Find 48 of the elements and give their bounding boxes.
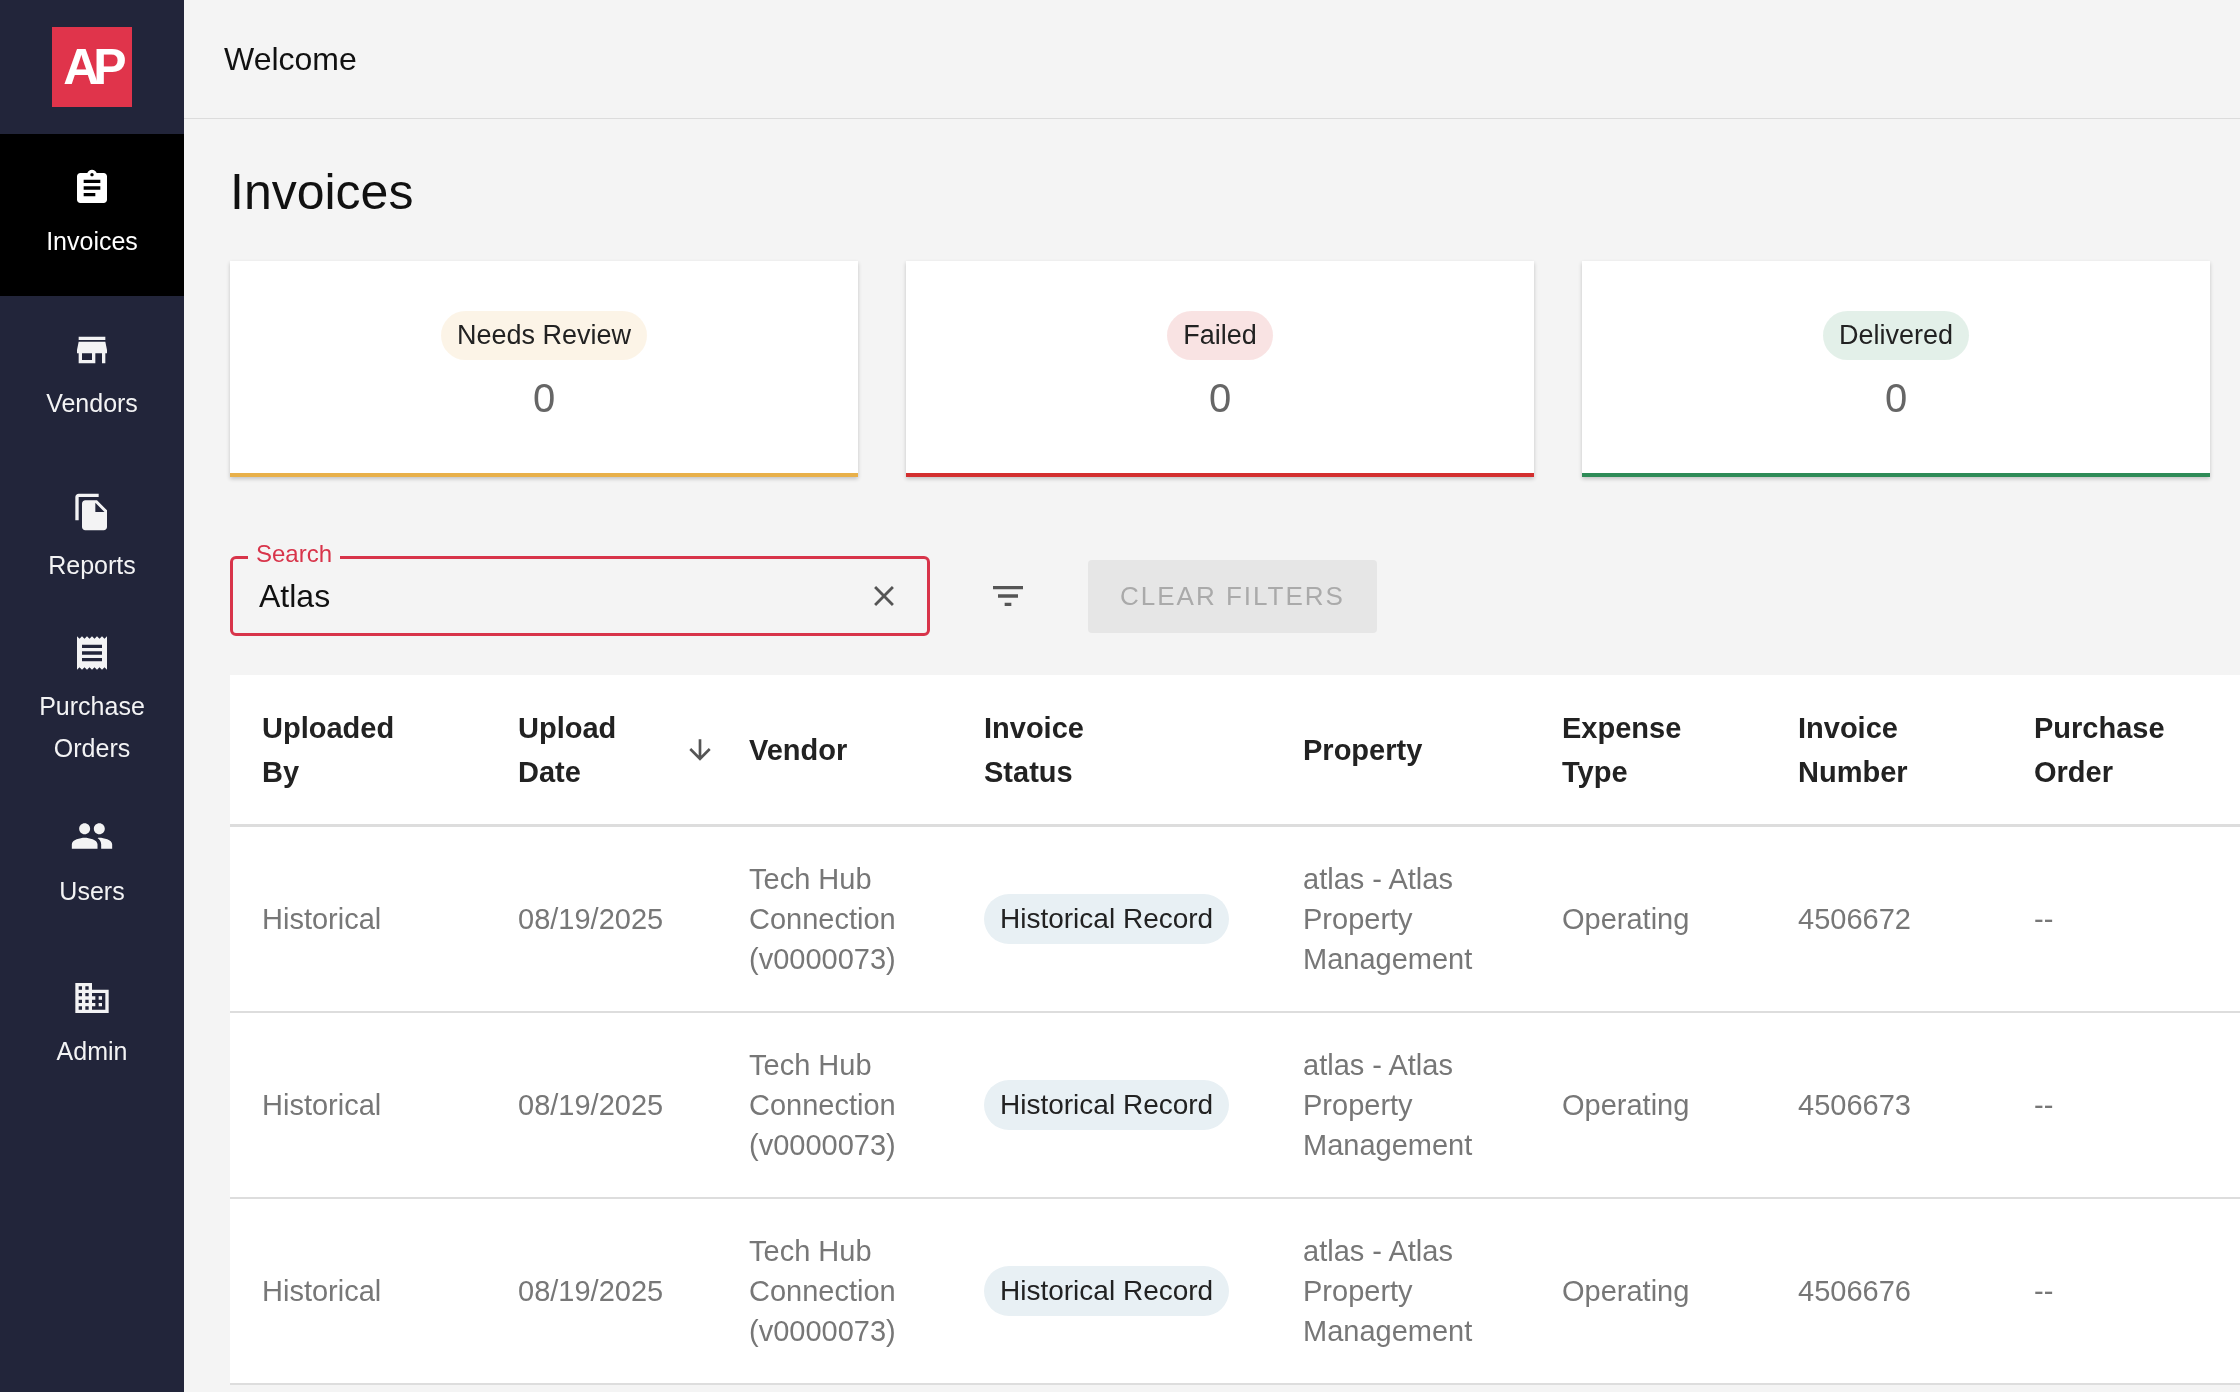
- column-header[interactable]: Expense Type: [1562, 705, 1712, 794]
- table-cell-text: Tech Hub Connection (v0000073): [749, 1234, 897, 1349]
- table-cell-text: Operating: [1562, 1088, 1691, 1123]
- table-cell-text: 4506672: [1798, 902, 1912, 937]
- column-header[interactable]: Invoice Status: [984, 705, 1134, 794]
- sidebar-item[interactable]: Purchase Orders: [0, 620, 184, 782]
- status-badge: Delivered: [1822, 311, 1970, 360]
- table-cell-text: Historical: [262, 902, 383, 937]
- column-header[interactable]: Uploaded By: [262, 705, 412, 794]
- sidebar-item[interactable]: Users: [0, 782, 184, 944]
- header-title: Welcome: [224, 40, 357, 79]
- status-badge: Failed: [1167, 311, 1273, 360]
- table-cell-text: 08/19/2025: [518, 1088, 665, 1123]
- table-cell-text: --: [2034, 1274, 2055, 1309]
- table-cell-text: Historical: [262, 1274, 383, 1309]
- status-chip: Historical Record: [984, 1266, 1230, 1316]
- table-cell-text: 08/19/2025: [518, 902, 665, 937]
- table-cell-text: atlas - Atlas Property Management: [1303, 862, 1474, 977]
- table-cell-text: --: [2034, 1088, 2055, 1123]
- table-cell-text: Tech Hub Connection (v0000073): [749, 862, 897, 977]
- status-chip: Historical Record: [984, 1080, 1230, 1130]
- status-count: 0: [1208, 374, 1232, 422]
- status-count: 0: [532, 374, 556, 422]
- table-cell-text: 4506673: [1798, 1088, 1912, 1123]
- table-cell-text: Tech Hub Connection (v0000073): [749, 1048, 897, 1163]
- column-header[interactable]: Upload Date: [518, 705, 716, 794]
- status-count: 0: [1884, 374, 1908, 422]
- column-header[interactable]: Vendor: [749, 727, 848, 772]
- sidebar-item[interactable]: Invoices: [0, 134, 184, 296]
- table-cell-text: Operating: [1562, 1274, 1691, 1309]
- column-header[interactable]: Invoice Number: [1798, 705, 1948, 794]
- status-chip: Historical Record: [984, 894, 1230, 944]
- table-cell-text: atlas - Atlas Property Management: [1303, 1048, 1474, 1163]
- table-cell-text: Operating: [1562, 902, 1691, 937]
- table-cell-text: atlas - Atlas Property Management: [1303, 1234, 1474, 1349]
- sidebar-item[interactable]: Admin: [0, 944, 184, 1106]
- table-cell-text: Historical: [262, 1088, 383, 1123]
- logo: AP: [52, 27, 132, 107]
- page-title: Invoices: [230, 163, 415, 222]
- search-value: Atlas: [259, 577, 332, 616]
- status-badge: Needs Review: [440, 311, 648, 360]
- sidebar-item[interactable]: Vendors: [0, 296, 184, 458]
- column-header[interactable]: Purchase Order: [2034, 705, 2184, 794]
- table-cell-text: --: [2034, 902, 2055, 937]
- table-cell-text: 08/19/2025: [518, 1274, 665, 1309]
- column-header[interactable]: Property: [1303, 727, 1423, 772]
- table-cell-text: 4506676: [1798, 1274, 1912, 1309]
- sidebar-item[interactable]: Reports: [0, 458, 184, 620]
